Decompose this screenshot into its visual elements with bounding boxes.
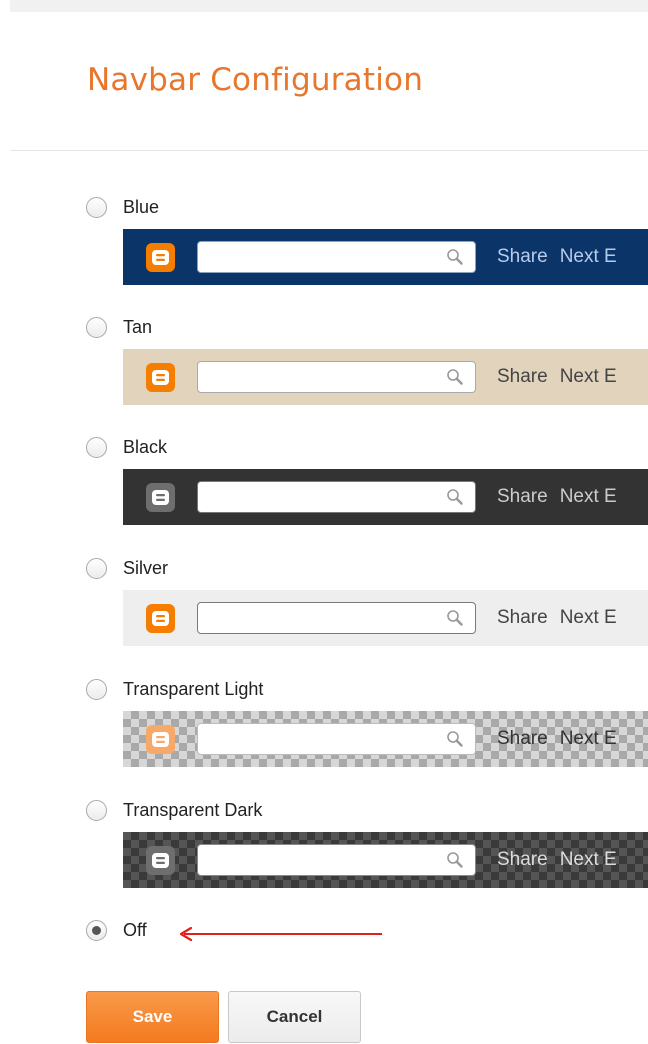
- search-box: [197, 241, 476, 273]
- cancel-button[interactable]: Cancel: [228, 991, 361, 1043]
- magnifier-icon: [447, 852, 463, 868]
- radio-blue[interactable]: [86, 196, 107, 218]
- radio-off[interactable]: [86, 919, 107, 941]
- search-box: [197, 602, 476, 634]
- option-label-transparent-light: Transparent Light: [123, 678, 264, 699]
- next-link: Next E: [559, 849, 617, 870]
- share-link: Share: [497, 366, 548, 387]
- option-label-off: Off: [123, 919, 147, 940]
- preview-transparent-dark: Share Next E: [123, 832, 648, 888]
- next-link: Next E: [559, 728, 617, 749]
- option-label-tan: Tan: [123, 316, 153, 337]
- preview-blue: Share Next E: [123, 229, 648, 285]
- share-link: Share: [497, 607, 548, 628]
- radio-black[interactable]: [86, 436, 107, 458]
- magnifier-icon: [447, 610, 463, 626]
- radio-transparent-dark[interactable]: [86, 799, 107, 821]
- page-title: Navbar Configuration: [87, 62, 424, 98]
- option-blue[interactable]: Blue: [86, 194, 159, 220]
- blogger-logo-icon: [146, 242, 175, 272]
- radio-silver[interactable]: [86, 557, 107, 579]
- search-box: [197, 361, 476, 393]
- header-divider: [10, 150, 648, 151]
- magnifier-icon: [447, 369, 463, 385]
- search-box: [197, 481, 476, 513]
- option-off[interactable]: Off: [86, 917, 147, 943]
- blogger-logo-icon: [146, 845, 175, 875]
- preview-silver: Share Next E: [123, 590, 648, 646]
- option-tan[interactable]: Tan: [86, 314, 152, 340]
- blogger-logo-icon: [146, 362, 175, 392]
- option-label-transparent-dark: Transparent Dark: [123, 799, 263, 820]
- option-label-black: Black: [123, 436, 168, 457]
- radio-transparent-light[interactable]: [86, 678, 107, 700]
- share-link: Share: [497, 246, 548, 267]
- blogger-logo-icon: [146, 724, 175, 754]
- search-box: [197, 723, 476, 755]
- radio-tan[interactable]: [86, 316, 107, 338]
- top-bar: [10, 0, 648, 12]
- option-black[interactable]: Black: [86, 434, 167, 460]
- preview-black: Share Next E: [123, 469, 648, 525]
- next-link: Next E: [559, 246, 617, 267]
- option-silver[interactable]: Silver: [86, 555, 168, 581]
- save-button[interactable]: Save: [86, 991, 219, 1043]
- share-link: Share: [497, 486, 548, 507]
- blogger-logo-icon: [146, 603, 175, 633]
- next-link: Next E: [559, 607, 617, 628]
- magnifier-icon: [447, 731, 463, 747]
- preview-tan: Share Next E: [123, 349, 648, 405]
- magnifier-icon: [447, 489, 463, 505]
- preview-transparent-light: Share Next E: [123, 711, 648, 767]
- next-link: Next E: [559, 366, 617, 387]
- next-link: Next E: [559, 486, 617, 507]
- share-link: Share: [497, 728, 548, 749]
- share-link: Share: [497, 849, 548, 870]
- blogger-logo-icon: [146, 482, 175, 512]
- option-transparent-dark[interactable]: Transparent Dark: [86, 797, 262, 823]
- option-label-silver: Silver: [123, 557, 169, 578]
- search-box: [197, 844, 476, 876]
- red-arrow-icon: [179, 927, 382, 941]
- magnifier-icon: [447, 249, 463, 265]
- option-transparent-light[interactable]: Transparent Light: [86, 676, 263, 702]
- option-label-blue: Blue: [123, 196, 160, 217]
